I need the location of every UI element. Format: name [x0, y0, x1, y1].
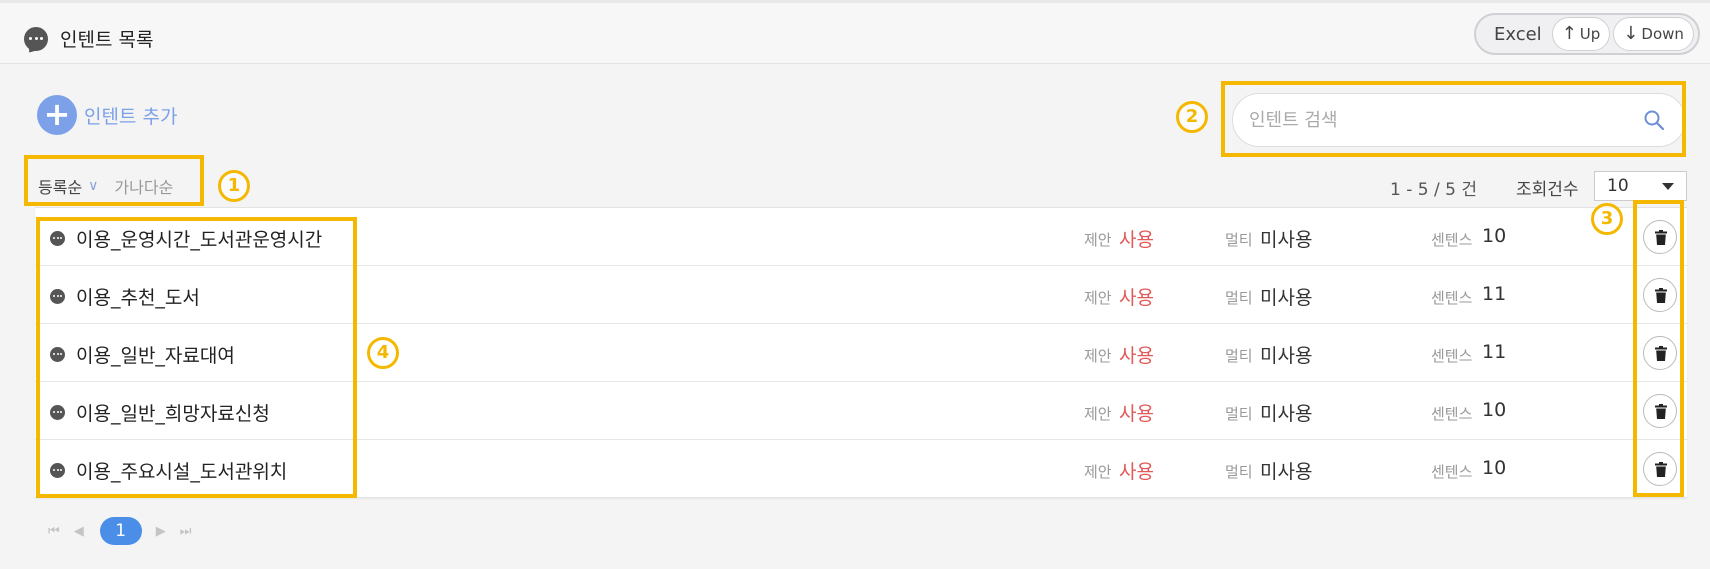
multi-value: 미사용	[1260, 229, 1313, 251]
annotation-box-4	[36, 217, 357, 498]
add-intent-label: 인텐트 추가	[84, 105, 178, 128]
next-page-icon[interactable]: ▶	[156, 524, 166, 539]
excel-upload-button[interactable]: ↑ Up	[1551, 17, 1611, 51]
page-1-button[interactable]: 1	[99, 517, 142, 545]
suggest-label: 제안	[1084, 405, 1112, 423]
multi-label: 멀티	[1225, 289, 1253, 307]
per-page-value: 10	[1607, 176, 1629, 196]
excel-download-button[interactable]: ↓ Down	[1613, 17, 1694, 51]
suggest-value: 사용	[1119, 461, 1154, 483]
excel-label: Excel	[1494, 23, 1542, 45]
per-page-select[interactable]: 10	[1594, 171, 1687, 201]
annotation-box-1	[24, 155, 204, 206]
annotation-marker-3: 3	[1591, 203, 1623, 235]
page-title: 인텐트 목록	[60, 29, 154, 51]
suggest-label: 제안	[1084, 289, 1112, 307]
multi-value: 미사용	[1260, 287, 1313, 309]
annotation-marker-1: 1	[218, 170, 250, 202]
download-label: Down	[1641, 25, 1684, 43]
last-page-icon[interactable]: ⏭	[180, 524, 192, 539]
multi-label: 멀티	[1225, 231, 1253, 249]
prev-page-icon[interactable]: ◀	[74, 524, 84, 539]
suggest-label: 제안	[1084, 463, 1112, 481]
suggest-label: 제안	[1084, 347, 1112, 365]
multi-value: 미사용	[1260, 345, 1313, 367]
sentence-count: 10	[1482, 225, 1507, 247]
sentence-label: 센텐스	[1431, 463, 1473, 481]
suggest-label: 제안	[1084, 231, 1112, 249]
add-intent-button[interactable]: + 인텐트 추가	[37, 95, 177, 135]
arrow-down-icon: ↓	[1623, 23, 1639, 44]
plus-icon: +	[37, 95, 77, 135]
multi-value: 미사용	[1260, 403, 1313, 425]
caret-down-icon	[1662, 183, 1674, 190]
sentence-count: 10	[1482, 457, 1507, 479]
pagination: ⏮ ◀ 1 ▶ ⏭	[48, 517, 205, 545]
chat-bubble-icon	[24, 26, 48, 51]
page-header: 인텐트 목록 Excel ↑ Up ↓ Down	[0, 0, 1710, 64]
sentence-count: 10	[1482, 399, 1507, 421]
result-count: 1 - 5 / 5 건	[1390, 180, 1477, 200]
suggest-value: 사용	[1119, 403, 1154, 425]
suggest-value: 사용	[1119, 345, 1154, 367]
annotation-box-3	[1633, 200, 1684, 497]
header-title-group: 인텐트 목록	[24, 25, 153, 52]
sentence-count: 11	[1482, 341, 1507, 363]
annotation-box-2	[1221, 81, 1686, 157]
annotation-marker-2: 2	[1176, 101, 1208, 133]
multi-value: 미사용	[1260, 461, 1313, 483]
multi-label: 멀티	[1225, 347, 1253, 365]
sentence-label: 센텐스	[1431, 289, 1473, 307]
per-page-label: 조회건수	[1516, 180, 1579, 200]
sentence-label: 센텐스	[1431, 231, 1473, 249]
upload-label: Up	[1579, 25, 1601, 43]
multi-label: 멀티	[1225, 463, 1253, 481]
arrow-up-icon: ↑	[1561, 23, 1577, 44]
sentence-count: 11	[1482, 283, 1507, 305]
excel-import-export-group: Excel ↑ Up ↓ Down	[1474, 13, 1700, 55]
suggest-value: 사용	[1119, 229, 1154, 251]
sentence-label: 센텐스	[1431, 405, 1473, 423]
suggest-value: 사용	[1119, 287, 1154, 309]
first-page-icon[interactable]: ⏮	[48, 524, 60, 539]
annotation-marker-4: 4	[367, 337, 399, 369]
multi-label: 멀티	[1225, 405, 1253, 423]
sentence-label: 센텐스	[1431, 347, 1473, 365]
